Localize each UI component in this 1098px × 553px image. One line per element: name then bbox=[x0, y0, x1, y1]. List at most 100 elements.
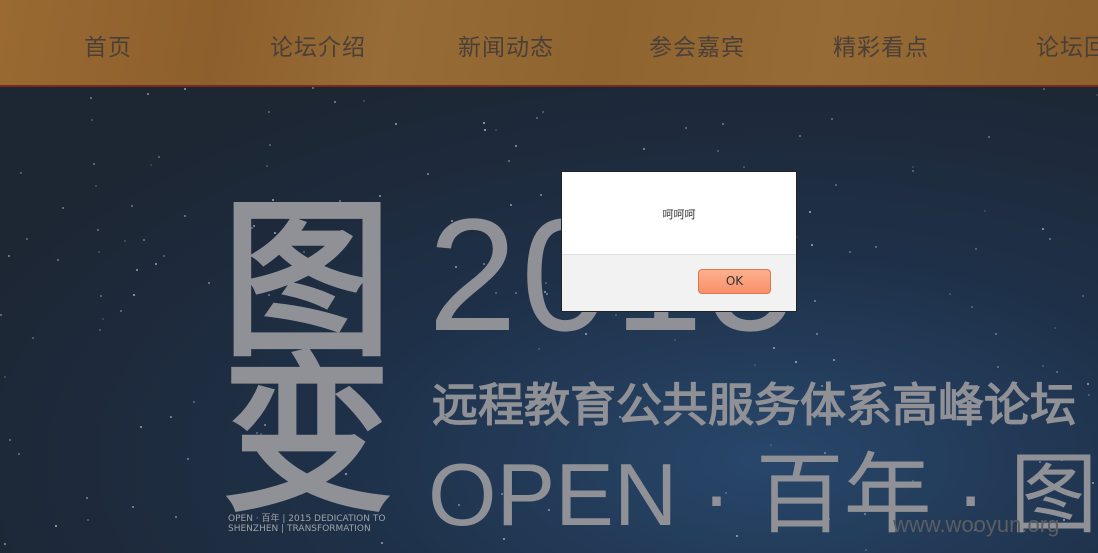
star bbox=[139, 426, 142, 429]
star bbox=[267, 110, 270, 113]
star bbox=[266, 164, 269, 167]
star bbox=[96, 229, 99, 232]
nav-forum-intro[interactable]: 论坛介绍 bbox=[270, 28, 366, 62]
star bbox=[100, 295, 103, 298]
star bbox=[832, 358, 835, 361]
alert-footer: OK bbox=[562, 254, 796, 311]
hero-banner: 图 变 OPEN · 百年 | 2015 DEDICATION TO SHENZ… bbox=[0, 87, 1098, 553]
star bbox=[86, 496, 89, 499]
star bbox=[484, 128, 487, 131]
star bbox=[911, 165, 914, 168]
star bbox=[174, 515, 177, 518]
forum-title: 远程教育公共服务体系高峰论坛 bbox=[432, 378, 1076, 432]
nav-home[interactable]: 首页 bbox=[84, 28, 132, 62]
star bbox=[132, 294, 135, 296]
star bbox=[1055, 370, 1058, 373]
star bbox=[988, 135, 991, 138]
star bbox=[816, 332, 818, 335]
logo-caption-1: OPEN · 百年 bbox=[228, 514, 280, 524]
nav-review[interactable]: 论坛回顾 bbox=[1036, 28, 1098, 62]
star bbox=[1043, 87, 1046, 90]
star bbox=[0, 314, 3, 317]
star bbox=[269, 143, 272, 146]
star bbox=[26, 237, 29, 240]
star bbox=[996, 366, 999, 369]
star bbox=[975, 247, 978, 250]
star bbox=[1042, 228, 1045, 231]
star bbox=[98, 251, 101, 254]
star bbox=[864, 548, 867, 551]
star bbox=[142, 238, 145, 241]
star bbox=[911, 170, 914, 173]
star bbox=[136, 268, 139, 271]
star bbox=[101, 317, 104, 320]
star bbox=[721, 122, 724, 125]
star bbox=[19, 172, 22, 175]
star bbox=[192, 401, 195, 404]
star bbox=[132, 505, 135, 508]
alert-message: 呵呵呵 bbox=[662, 208, 696, 221]
star bbox=[94, 185, 97, 188]
watermark: www.wooyun.org bbox=[893, 512, 1060, 537]
star bbox=[333, 100, 336, 103]
star bbox=[994, 333, 997, 336]
star bbox=[494, 129, 497, 132]
star bbox=[99, 329, 102, 332]
star bbox=[753, 364, 756, 367]
nav-guests[interactable]: 参会嘉宾 bbox=[649, 28, 745, 62]
ok-button[interactable]: OK bbox=[698, 269, 771, 294]
star bbox=[1041, 364, 1044, 367]
star bbox=[150, 163, 153, 166]
star bbox=[18, 453, 21, 456]
star bbox=[186, 457, 189, 460]
star bbox=[155, 263, 158, 266]
star bbox=[362, 99, 365, 102]
star bbox=[831, 118, 834, 121]
star bbox=[1082, 294, 1085, 297]
star bbox=[54, 524, 57, 527]
star bbox=[984, 210, 987, 213]
star bbox=[380, 542, 383, 545]
star bbox=[4, 542, 7, 545]
star bbox=[483, 122, 486, 125]
alert-dialog: 呵呵呵 OK bbox=[561, 171, 797, 312]
star bbox=[93, 163, 96, 166]
star bbox=[948, 292, 951, 295]
star bbox=[427, 172, 430, 175]
star bbox=[207, 282, 210, 285]
star bbox=[169, 416, 172, 419]
star bbox=[4, 375, 7, 378]
star bbox=[311, 87, 314, 89]
star bbox=[814, 299, 817, 302]
star bbox=[31, 337, 34, 340]
star bbox=[157, 155, 160, 158]
nav-highlights[interactable]: 精彩看点 bbox=[833, 28, 929, 62]
top-navigation: 首页 论坛介绍 新闻动态 参会嘉宾 精彩看点 论坛回顾 bbox=[0, 0, 1098, 87]
star bbox=[685, 127, 688, 130]
star bbox=[130, 205, 133, 208]
star bbox=[123, 239, 126, 242]
star bbox=[1087, 394, 1090, 397]
star bbox=[1053, 326, 1056, 329]
star bbox=[508, 159, 511, 162]
star bbox=[1086, 382, 1089, 385]
logo-char-bottom: 变 bbox=[222, 338, 393, 536]
nav-news[interactable]: 新闻动态 bbox=[458, 28, 554, 62]
star bbox=[743, 165, 746, 168]
star bbox=[515, 145, 518, 148]
logo-caption-3: 2015 DEDICATION TO bbox=[288, 514, 386, 524]
star bbox=[716, 150, 719, 153]
star bbox=[163, 254, 166, 257]
star bbox=[1048, 238, 1051, 241]
star bbox=[87, 518, 90, 521]
star bbox=[183, 88, 186, 91]
star bbox=[183, 215, 186, 218]
star bbox=[542, 111, 545, 114]
star bbox=[834, 184, 837, 187]
star bbox=[799, 135, 802, 138]
star bbox=[119, 309, 122, 312]
star bbox=[875, 245, 878, 248]
star bbox=[146, 92, 149, 95]
star bbox=[848, 250, 851, 253]
star bbox=[91, 118, 93, 121]
